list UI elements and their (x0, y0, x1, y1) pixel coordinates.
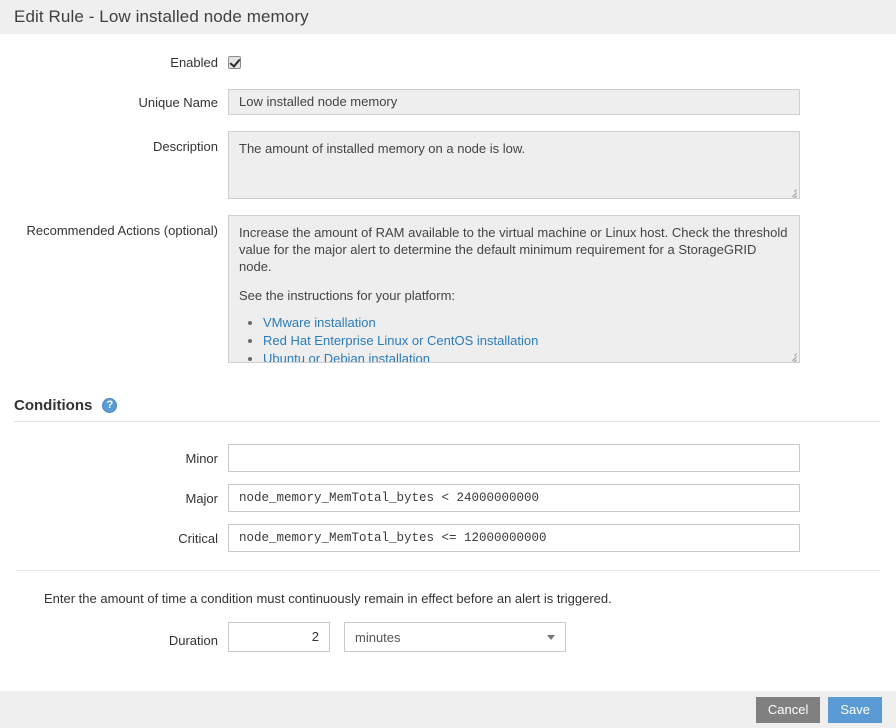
field-row-critical: Critical node_memory_MemTotal_bytes <= 1… (0, 524, 896, 552)
conditions-title: Conditions (14, 397, 92, 414)
chevron-down-icon (547, 635, 555, 640)
link-ubuntu-debian-installation[interactable]: Ubuntu or Debian installation (263, 351, 430, 363)
field-row-recommended-actions: Recommended Actions (optional) Increase … (0, 215, 896, 363)
critical-field: node_memory_MemTotal_bytes <= 1200000000… (228, 524, 896, 552)
major-label: Major (0, 484, 228, 507)
enabled-checkbox[interactable] (228, 56, 241, 69)
duration-label: Duration (0, 625, 228, 649)
unique-name-field: Low installed node memory (228, 89, 896, 115)
section-divider (16, 570, 880, 571)
edit-rule-form: Enabled Unique Name Low installed node m… (0, 54, 896, 652)
cancel-button[interactable]: Cancel (756, 697, 820, 723)
help-circle-icon[interactable]: ? (102, 398, 117, 413)
enabled-label: Enabled (0, 54, 228, 71)
minor-condition-input[interactable] (228, 444, 800, 472)
dialog-footer: Cancel Save (0, 691, 896, 728)
field-row-duration: Duration 2 minutes (0, 622, 896, 652)
recommended-actions-textarea[interactable]: Increase the amount of RAM available to … (228, 215, 800, 363)
unique-name-input[interactable]: Low installed node memory (228, 89, 800, 115)
resize-grip-icon[interactable] (786, 350, 797, 361)
duration-value-input[interactable]: 2 (228, 622, 330, 652)
major-field: node_memory_MemTotal_bytes < 24000000000 (228, 484, 896, 512)
field-row-description: Description The amount of installed memo… (0, 131, 896, 199)
recommended-actions-paragraph-1: Increase the amount of RAM available to … (239, 224, 789, 275)
enabled-field (228, 54, 896, 69)
field-row-unique-name: Unique Name Low installed node memory (0, 89, 896, 115)
recommended-actions-field: Increase the amount of RAM available to … (228, 215, 896, 363)
field-row-enabled: Enabled (0, 54, 896, 71)
minor-field (228, 444, 896, 472)
description-field: The amount of installed memory on a node… (228, 131, 896, 199)
duration-note: Enter the amount of time a condition mus… (44, 591, 896, 606)
list-item: Red Hat Enterprise Linux or CentOS insta… (263, 332, 789, 349)
description-text: The amount of installed memory on a node… (239, 140, 789, 157)
link-vmware-installation[interactable]: VMware installation (263, 315, 376, 330)
recommended-actions-link-list: VMware installation Red Hat Enterprise L… (239, 314, 789, 363)
resize-grip-icon[interactable] (786, 186, 797, 197)
description-label: Description (0, 131, 228, 155)
field-row-major: Major node_memory_MemTotal_bytes < 24000… (0, 484, 896, 512)
list-item: VMware installation (263, 314, 789, 331)
page-title: Edit Rule - Low installed node memory (14, 7, 309, 27)
list-item: Ubuntu or Debian installation (263, 350, 789, 363)
critical-condition-input[interactable]: node_memory_MemTotal_bytes <= 1200000000… (228, 524, 800, 552)
duration-field: 2 minutes (228, 622, 896, 652)
recommended-actions-paragraph-2: See the instructions for your platform: (239, 287, 789, 304)
duration-unit-select[interactable]: minutes (344, 622, 566, 652)
field-row-minor: Minor (0, 444, 896, 472)
conditions-section-header: Conditions ? (14, 397, 880, 422)
description-textarea[interactable]: The amount of installed memory on a node… (228, 131, 800, 199)
major-condition-input[interactable]: node_memory_MemTotal_bytes < 24000000000 (228, 484, 800, 512)
critical-label: Critical (0, 524, 228, 547)
save-button[interactable]: Save (828, 697, 882, 723)
dialog-titlebar: Edit Rule - Low installed node memory (0, 0, 896, 34)
link-rhel-centos-installation[interactable]: Red Hat Enterprise Linux or CentOS insta… (263, 333, 538, 348)
duration-unit-selected-label: minutes (355, 630, 401, 645)
unique-name-label: Unique Name (0, 89, 228, 111)
recommended-actions-label: Recommended Actions (optional) (0, 215, 228, 239)
minor-label: Minor (0, 444, 228, 467)
